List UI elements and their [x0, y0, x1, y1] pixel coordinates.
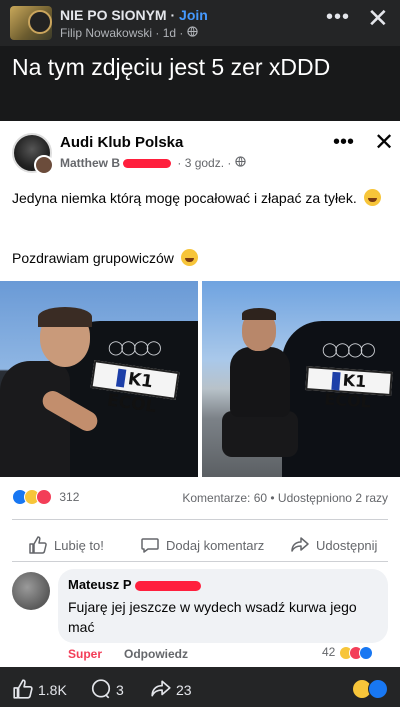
- inner-close-icon: ✕: [374, 129, 395, 156]
- share-count: 23: [176, 682, 192, 698]
- inner-group-avatar: [12, 133, 54, 175]
- group-name[interactable]: NIE PO SIONYM: [60, 7, 167, 23]
- more-options-icon[interactable]: •••: [326, 6, 350, 29]
- reaction-count: 312: [59, 490, 80, 504]
- separator-dot: ·: [227, 156, 235, 170]
- person-hair: [242, 308, 276, 320]
- inner-share-action: Udostępnij: [290, 535, 377, 555]
- post-stats: Komentarze: 60 • Udostępniono 2 razy: [182, 491, 388, 505]
- license-plate-text: K1 ECOL: [105, 369, 158, 418]
- comment-count: 3: [116, 682, 124, 698]
- photo-left: ◯◯◯◯ K1 ECOL: [0, 281, 198, 477]
- inner-comment-action: Dodaj komentarz: [140, 535, 264, 555]
- thumbs-up-icon: [29, 536, 47, 554]
- photo-right: ◯◯◯◯ K1 ECOL: [202, 281, 400, 477]
- like-reaction-icon: [368, 679, 388, 699]
- audi-logo-icon: ◯◯◯◯: [108, 339, 162, 355]
- redaction-mark: [134, 580, 201, 591]
- inner-share-label: Udostępnij: [316, 538, 378, 553]
- inner-post-time: 3 godz.: [184, 156, 225, 170]
- separator-dot: ·: [179, 26, 187, 40]
- inner-group-name: Audi Klub Polska: [60, 134, 184, 151]
- redaction-mark: [123, 159, 171, 169]
- reaction-summary: 312: [12, 489, 79, 505]
- love-reaction-icon: [36, 489, 52, 505]
- inner-post-greeting: Pozdrawiam grupowiczów: [12, 249, 198, 266]
- comment-button[interactable]: 3: [90, 678, 124, 700]
- post-time[interactable]: 1d: [163, 26, 176, 40]
- post-author[interactable]: Filip Nowakowski: [60, 26, 152, 40]
- person-legs: [222, 411, 298, 457]
- person-hair: [38, 307, 92, 327]
- share-icon: [291, 537, 309, 552]
- eu-band: [331, 371, 341, 390]
- like-button[interactable]: 1.8K: [12, 678, 67, 700]
- thumbs-up-icon: [13, 679, 33, 699]
- shared-screenshot: Audi Klub Polska Matthew B · 3 godz. · •…: [0, 121, 400, 667]
- person-body: [230, 347, 290, 417]
- comment-reaction-count: 42: [322, 645, 336, 659]
- group-avatar[interactable]: [10, 6, 52, 40]
- inner-post-meta: Matthew B · 3 godz. ·: [60, 156, 246, 170]
- inner-author-avatar: [34, 155, 54, 175]
- divider: [12, 561, 388, 562]
- separator-dot: ·: [155, 26, 163, 40]
- separator-dot: ·: [170, 7, 180, 23]
- comment-reaction-summary: 42: [322, 645, 373, 660]
- comment-text: Fujarę jej jeszcze w wydech wsadź kurwa …: [68, 599, 357, 635]
- inner-post-text-body: Jedyna niemka którą mogę pocałować i zła…: [12, 190, 357, 206]
- join-button[interactable]: Join: [179, 7, 208, 23]
- person-body: [0, 361, 70, 477]
- comment-super-reaction: Super: [68, 647, 103, 661]
- inner-like-label: Lubię to!: [54, 538, 104, 553]
- person-image: [222, 308, 302, 477]
- comment-icon: [91, 679, 111, 699]
- globe-icon: [187, 26, 198, 40]
- bottom-action-bar: 1.8K 3 23: [0, 667, 400, 707]
- inner-post-text: Jedyna niemka którą mogę pocałować i zła…: [12, 187, 382, 209]
- eu-band: [115, 368, 127, 388]
- share-button[interactable]: 23: [150, 678, 192, 700]
- app-header: NIE PO SIONYM · Join Filip Nowakowski · …: [0, 0, 400, 46]
- grimace-emoji-icon: [363, 189, 381, 206]
- inner-more-options-icon: •••: [333, 131, 355, 153]
- comment-bubble: Mateusz P Fujarę jej jeszcze w wydech ws…: [58, 569, 388, 643]
- inner-like-action: Lubię to!: [28, 535, 104, 555]
- inner-post-greeting-text: Pozdrawiam grupowiczów: [12, 250, 174, 266]
- commenter-name-row: Mateusz P: [68, 577, 204, 592]
- like-reaction-icon: [358, 646, 373, 660]
- post-text: Na tym zdjęciu jest 5 zer xDDD: [12, 54, 331, 80]
- post-meta: Filip Nowakowski · 1d ·: [60, 26, 198, 40]
- globe-icon: [235, 156, 246, 170]
- like-count: 1.8K: [38, 682, 67, 698]
- divider: [12, 519, 388, 520]
- inner-author: Matthew B: [60, 156, 120, 170]
- group-name-row: NIE PO SIONYM · Join: [60, 7, 208, 23]
- grin-emoji-icon: [180, 249, 198, 266]
- close-icon[interactable]: ✕: [367, 3, 389, 34]
- reaction-summary[interactable]: [352, 679, 388, 700]
- person-image: [0, 307, 101, 477]
- separator-dot: ·: [177, 156, 185, 170]
- share-icon: [151, 680, 171, 697]
- commenter-name: Mateusz P: [68, 577, 132, 592]
- commenter-avatar: [12, 572, 50, 610]
- comment-reply: Odpowiedz: [124, 647, 188, 661]
- inner-action-bar: Lubię to! Dodaj komentarz Udostępnij: [0, 527, 400, 561]
- comment-icon: [141, 538, 159, 553]
- inner-comment-label: Dodaj komentarz: [166, 538, 265, 553]
- audi-logo-icon: ◯◯◯◯: [322, 341, 376, 357]
